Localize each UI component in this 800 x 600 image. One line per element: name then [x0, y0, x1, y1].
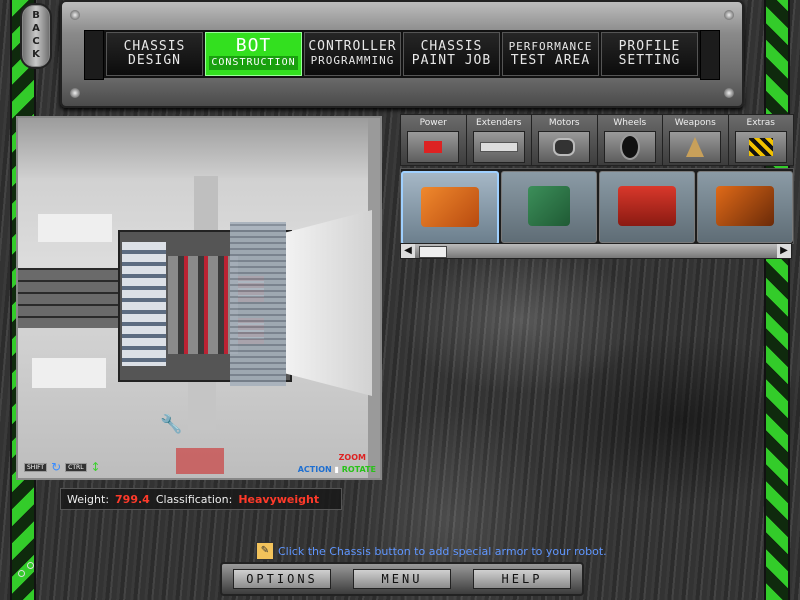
rotate-arrow-icon: ↻ — [51, 460, 62, 474]
motor-icon — [538, 131, 591, 163]
back-button[interactable]: BACK — [20, 3, 52, 69]
category-label: Power — [419, 118, 447, 128]
armor-plate-left-top — [38, 214, 112, 242]
red-battery-pack-icon — [618, 186, 676, 226]
ctrl-key-label: CTRL — [65, 462, 87, 472]
tip-icon: ✎ — [256, 542, 274, 560]
bottom-menu: OPTIONS MENU HELP — [220, 562, 584, 596]
shift-key-label: SHIFT — [24, 462, 48, 472]
part-slot[interactable] — [599, 171, 695, 243]
front-grill — [230, 222, 286, 386]
bar-icon — [472, 131, 525, 163]
top-mount — [194, 176, 218, 234]
tab-controller-programming[interactable]: CONTROLLER PROGRAMMING — [304, 32, 401, 76]
tab-label-line2: PAINT JOB — [411, 53, 492, 68]
viewport-backdrop — [18, 118, 380, 178]
tab-chassis-design[interactable]: CHASSIS DESIGN — [106, 32, 203, 76]
robot-3d-viewport[interactable]: 🔧 SHIFT ↻ CTRL ↕ ZOOM ACTION ▮ ROTATE — [16, 116, 382, 480]
part-slot[interactable] — [401, 171, 499, 243]
category-motors[interactable]: Motors — [532, 115, 598, 165]
mouse-icon: ▮ — [334, 465, 339, 474]
tab-label-line1: PROFILE — [618, 39, 681, 54]
tab-label-line1: CHASSIS — [420, 39, 483, 54]
bolt-icon — [70, 88, 80, 98]
legend-action: ACTION — [297, 465, 332, 474]
wrench-tool-icon[interactable]: 🔧 — [160, 414, 184, 438]
legend-rotate: ROTATE — [341, 465, 376, 474]
category-label: Weapons — [674, 118, 716, 128]
category-extras[interactable]: Extras — [729, 115, 794, 165]
front-wedge — [286, 210, 372, 396]
tab-label-line2: TEST AREA — [510, 53, 591, 68]
side-ram — [18, 268, 118, 328]
scroll-thumb[interactable] — [419, 246, 447, 258]
bolt-icon — [70, 10, 80, 20]
category-label: Motors — [548, 118, 580, 128]
tab-label-line1: CONTROLLER — [308, 39, 397, 54]
orange-battery-pack-icon — [716, 186, 774, 226]
tab-profile-setting[interactable]: PROFILE SETTING — [601, 32, 698, 76]
tab-label-line2: DESIGN — [128, 53, 181, 68]
control-hints: SHIFT ↻ CTRL ↕ — [24, 460, 101, 474]
category-power[interactable]: Power — [401, 115, 467, 165]
options-button[interactable]: OPTIONS — [233, 569, 331, 589]
game-screen: BACK CHASSIS DESIGN BOT CONSTRUCTION CON… — [0, 0, 800, 600]
bolt-icon — [724, 10, 734, 20]
category-weapons[interactable]: Weapons — [663, 115, 729, 165]
part-slot[interactable] — [697, 171, 793, 243]
tab-label-line1: CHASSIS — [123, 39, 186, 54]
tab-label-line2: CONSTRUCTION — [209, 55, 298, 70]
tab-label-line1: PERFORMANCE — [508, 40, 593, 53]
tab-label-line1: BOT — [235, 34, 272, 56]
orange-battery-icon — [421, 187, 479, 227]
tab-bot-construction[interactable]: BOT CONSTRUCTION — [205, 32, 302, 76]
part-slot[interactable] — [501, 171, 597, 243]
motor-cluster — [168, 256, 238, 354]
bolt-icon — [724, 88, 734, 98]
hint-message: ✎ Click the Chassis button to add specia… — [256, 542, 607, 560]
tab-performance-test-area[interactable]: PERFORMANCE TEST AREA — [502, 32, 599, 76]
nav-end-cap-right — [700, 30, 720, 80]
scroll-left-icon[interactable]: ◀ — [401, 244, 415, 258]
hazard-icon — [734, 131, 787, 163]
mouse-legend: ZOOM ACTION ▮ ROTATE — [297, 453, 376, 474]
category-extenders[interactable]: Extenders — [467, 115, 532, 165]
parts-scrollbar[interactable]: ◀ ▶ — [400, 243, 792, 259]
settings-dots-icon[interactable] — [16, 560, 36, 580]
hint-text: Click the Chassis button to add special … — [278, 544, 607, 558]
category-label: Wheels — [613, 118, 647, 128]
part-preview-red — [176, 448, 224, 474]
category-label: Extenders — [476, 118, 522, 128]
part-categories: Power Extenders Motors Wheels Weapons Ex… — [400, 114, 794, 166]
menu-button[interactable]: MENU — [353, 569, 451, 589]
category-wheels[interactable]: Wheels — [598, 115, 663, 165]
parts-strip — [400, 168, 794, 244]
classification-label: Classification: — [155, 492, 233, 506]
classification-value: Heavyweight — [238, 492, 320, 506]
move-arrow-icon: ↕ — [90, 460, 101, 474]
scroll-right-icon[interactable]: ▶ — [777, 244, 791, 258]
nav-tabs: CHASSIS DESIGN BOT CONSTRUCTION CONTROLL… — [104, 30, 700, 78]
robot-stats-bar: Weight: 799.4 Classification: Heavyweigh… — [60, 488, 342, 510]
drill-icon — [669, 131, 722, 163]
tab-label-line2: SETTING — [618, 53, 681, 68]
wheel-icon — [603, 131, 656, 163]
tab-label-line2: PROGRAMMING — [310, 54, 395, 67]
tab-chassis-paint-job[interactable]: CHASSIS PAINT JOB — [403, 32, 500, 76]
circuit-board-icon — [528, 186, 570, 226]
legend-zoom: ZOOM — [338, 453, 366, 462]
help-button[interactable]: HELP — [473, 569, 571, 589]
hazard-stripe-right — [764, 0, 790, 600]
battery-block — [122, 242, 166, 366]
battery-icon — [407, 131, 460, 163]
top-navigation-panel: CHASSIS DESIGN BOT CONSTRUCTION CONTROLL… — [60, 0, 744, 108]
nav-end-cap-left — [84, 30, 104, 80]
category-label: Extras — [746, 118, 775, 128]
weight-label: Weight: — [67, 492, 110, 506]
weight-value: 799.4 — [115, 492, 150, 506]
armor-plate-left-bottom — [32, 358, 106, 388]
